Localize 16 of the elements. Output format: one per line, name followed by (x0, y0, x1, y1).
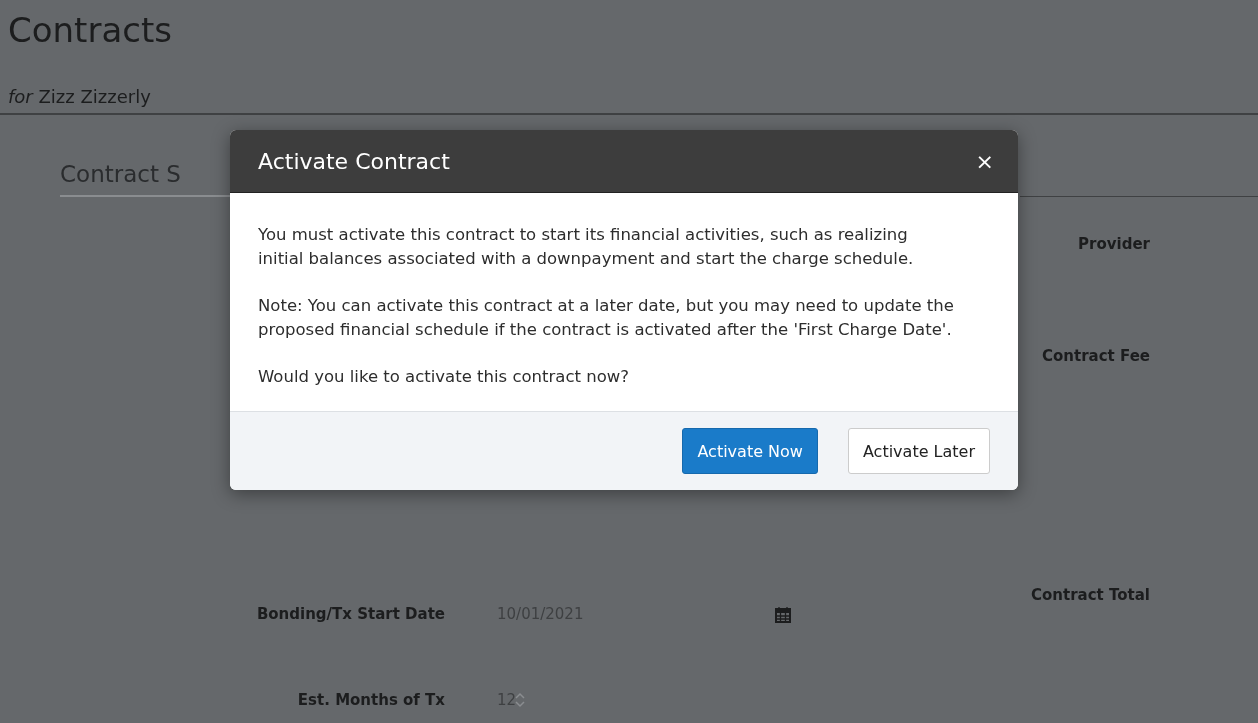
activate-later-button[interactable]: Activate Later (847, 428, 990, 474)
field-label: Contract Fee (1041, 347, 1150, 365)
field-label: Provider (1077, 235, 1150, 253)
calendar-icon[interactable] (775, 605, 791, 623)
dialog-message: Note: You can activate this contract at a later date, but you may need to update the proposed financial schedule if the contract is activated after the 'First Charge Date'. (258, 295, 955, 341)
dialog-title: Activate Contract (258, 148, 450, 174)
field-label: Bonding/Tx Start Date (256, 605, 445, 623)
page-subtitle: for Zizz Zizzerly (8, 86, 151, 107)
spinner-arrows-icon[interactable] (515, 692, 525, 708)
field-label: Contract Total (1030, 586, 1150, 604)
dialog-message: You must activate this contract to start its financial activities, such as realizing initial balances associated with a downpayment and start the charge schedule. (258, 224, 915, 270)
close-button[interactable]: × (975, 148, 994, 174)
dialog-message: Would you like to activate this contract now? (258, 366, 631, 388)
page-title: Contracts (8, 9, 173, 52)
activate-now-button[interactable]: Activate Now (682, 428, 818, 474)
field-label: Est. Months of Tx (297, 691, 445, 709)
